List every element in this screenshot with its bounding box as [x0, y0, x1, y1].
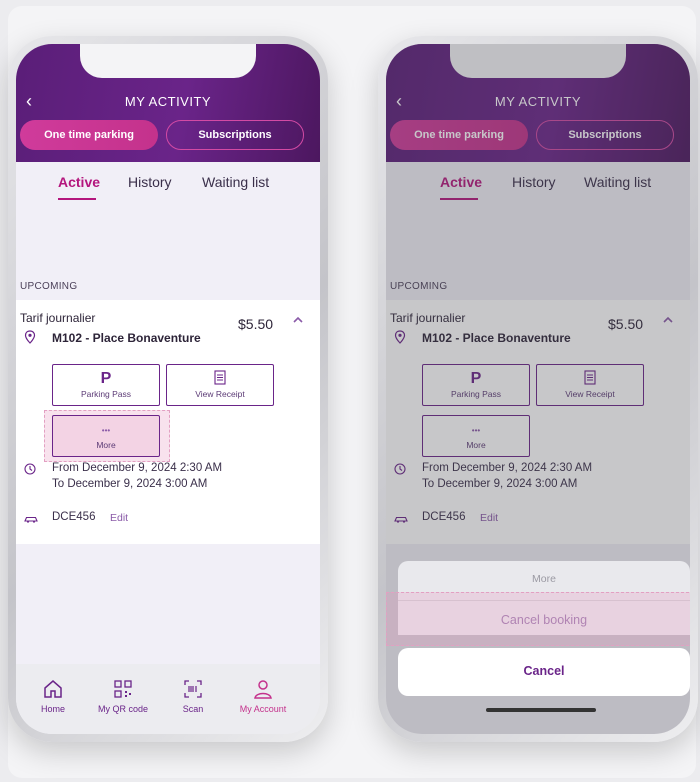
page-title: MY ACTIVITY — [124, 94, 212, 109]
nav-qr-code-label: My QR code — [97, 704, 148, 714]
clock-icon — [24, 463, 36, 475]
booking-plan: Tarif journalier — [20, 311, 96, 325]
cancel-sheet-button[interactable]: Cancel — [398, 648, 690, 696]
booking-to: To December 9, 2024 3:00 AM — [52, 478, 208, 490]
booking-from: From December 9, 2024 2:30 AM — [52, 462, 223, 474]
receipt-icon — [214, 370, 226, 385]
booking-card: Tarif journalier $5.50 M102 - Place Bona… — [16, 300, 320, 544]
cancel-label: Cancel — [523, 664, 565, 678]
more-button[interactable]: ••• More — [52, 415, 160, 457]
view-receipt-button[interactable]: View Receipt — [166, 364, 274, 406]
location-pin-icon — [24, 330, 36, 344]
segment-subscriptions[interactable]: Subscriptions — [166, 120, 304, 150]
chevron-up-icon[interactable] — [292, 314, 304, 326]
phone-mockup-left: ‹ MY ACTIVITY One time parking Subscript… — [8, 36, 328, 742]
parking-pass-button[interactable]: P Parking Pass — [52, 364, 160, 406]
parking-p-icon: P — [100, 370, 112, 387]
more-label: More — [96, 440, 116, 450]
section-label-upcoming: UPCOMING — [20, 281, 78, 292]
tab-waiting-list[interactable]: Waiting list — [202, 174, 269, 190]
user-icon — [254, 680, 272, 699]
action-sheet-title: More — [532, 573, 556, 585]
phone-screen: ‹ MY ACTIVITY One time parking Subscript… — [16, 44, 320, 734]
segment-one-time-parking[interactable]: One time parking — [20, 120, 158, 150]
phone-mockup-right: ‹ MY ACTIVITY One time parking Subscript… — [378, 36, 698, 742]
nav-my-account[interactable]: My Account — [228, 678, 298, 714]
bottom-nav: Home My QR code Scan My Account — [16, 664, 320, 734]
nav-scan[interactable]: Scan — [158, 678, 228, 714]
car-icon — [24, 516, 38, 523]
home-icon — [44, 680, 62, 698]
parking-pass-label: Parking Pass — [80, 389, 132, 399]
phone-notch — [80, 44, 256, 78]
nav-qr-code[interactable]: My QR code — [88, 678, 158, 714]
qr-code-icon — [114, 680, 132, 698]
active-tab-indicator — [58, 198, 96, 200]
phone-screen: ‹ MY ACTIVITY One time parking Subscript… — [386, 44, 690, 734]
nav-home-label: Home — [40, 704, 65, 714]
nav-my-account-label: My Account — [239, 704, 287, 714]
booking-location: M102 - Place Bonaventure — [52, 331, 201, 345]
license-plate: DCE456 — [52, 511, 96, 523]
barcode-scan-icon — [184, 680, 202, 698]
tab-active[interactable]: Active — [58, 174, 100, 190]
activity-tabs: Active History Waiting list — [16, 162, 320, 242]
edit-plate-link[interactable]: Edit — [110, 512, 128, 524]
booking-times: From December 9, 2024 2:30 AM To Decembe… — [52, 460, 222, 492]
booking-price: $5.50 — [238, 316, 274, 332]
view-receipt-label: View Receipt — [195, 389, 245, 399]
nav-scan-label: Scan — [182, 704, 204, 714]
home-indicator — [486, 708, 596, 712]
more-dots-icon: ••• — [101, 426, 111, 435]
tab-history[interactable]: History — [128, 174, 172, 190]
highlight-cancel-booking — [386, 592, 690, 646]
nav-home[interactable]: Home — [18, 678, 88, 714]
